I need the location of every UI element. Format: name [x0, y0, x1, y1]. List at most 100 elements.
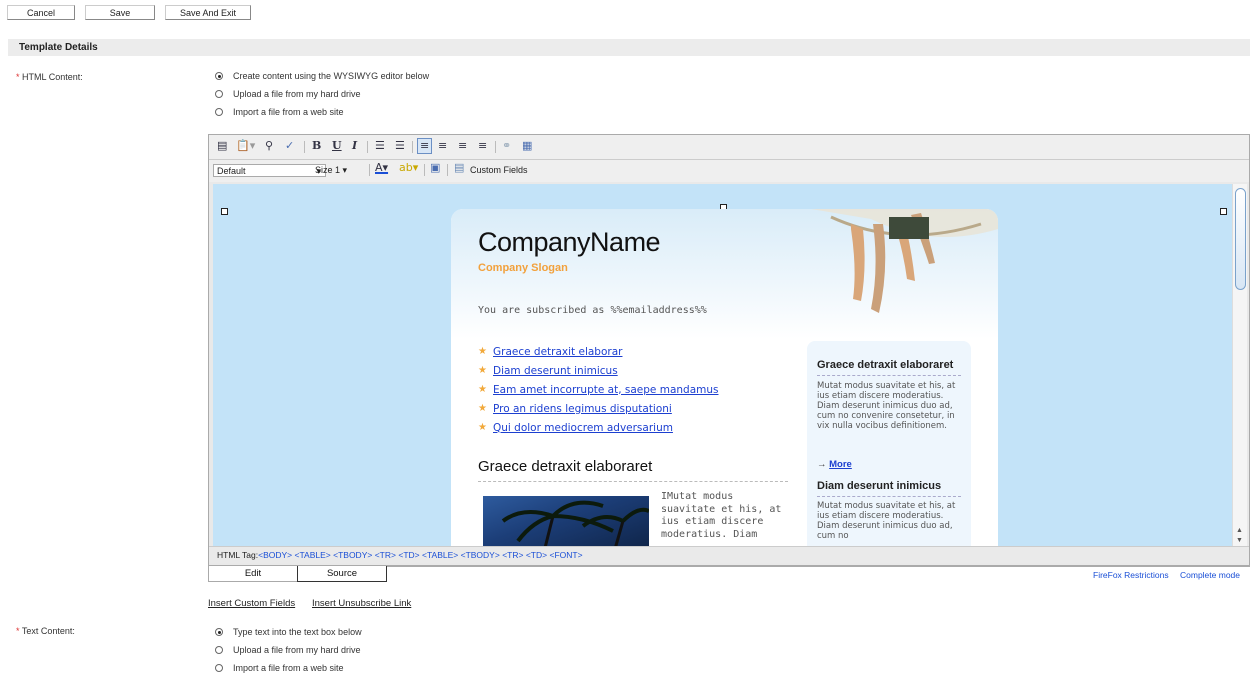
- save-and-exit-button[interactable]: Save And Exit: [165, 5, 251, 20]
- insert-image-icon[interactable]: ▣: [430, 162, 440, 174]
- editor-toolbar-format: Default ▾ Size 1 ▾ A▾ ab▾ ▣ ▤ Custom Fiel…: [209, 160, 1249, 182]
- toolbar-separator: [447, 164, 448, 176]
- wysiwyg-editor: ▤ 📋▾ ⚲ ✓ B U I ☰ ☰ ≡ ≡ ≡ ≡ ⚭ ▦ Default ▾ …: [208, 134, 1250, 566]
- radio-button[interactable]: [215, 646, 223, 654]
- underline-icon[interactable]: U: [332, 140, 342, 152]
- insert-unsubscribe-link[interactable]: Insert Unsubscribe Link: [312, 598, 411, 609]
- star-icon: ★: [478, 403, 487, 414]
- scroll-down-icon[interactable]: ▼: [1236, 537, 1243, 544]
- text-content-label: * Text Content:: [16, 626, 75, 636]
- email-link[interactable]: Pro an ridens legimus disputationi: [493, 403, 672, 415]
- scrollbar-thumb[interactable]: [1235, 188, 1246, 290]
- ordered-list-icon[interactable]: ☰: [375, 140, 385, 152]
- hammock-image: [811, 209, 998, 313]
- editor-canvas[interactable]: CompanyName Company Slogan You are subsc…: [213, 184, 1233, 546]
- html-option-import[interactable]: Import a file from a web site: [215, 106, 344, 118]
- editor-scrollbar[interactable]: ▲ ▼: [1232, 184, 1247, 546]
- star-icon: ★: [478, 422, 487, 433]
- list-item: ★ Diam deserunt inimicus: [478, 361, 719, 380]
- link-icon[interactable]: ⚭: [502, 140, 511, 152]
- size-select[interactable]: Size 1 ▾: [312, 164, 370, 177]
- email-link[interactable]: Graece detraxit elaborar: [493, 346, 622, 358]
- list-item: ★ Eam amet incorrupte at, saepe mandamus: [478, 380, 719, 399]
- resize-handle[interactable]: [1220, 208, 1227, 215]
- subscribed-text: You are subscribed as %%emailaddress%%: [478, 305, 707, 316]
- radio-button[interactable]: [215, 664, 223, 672]
- custom-fields-button[interactable]: Custom Fields: [470, 165, 528, 175]
- align-center-icon[interactable]: ≡: [438, 140, 447, 152]
- chevron-down-icon: ▾: [342, 165, 348, 175]
- align-left-icon[interactable]: ≡: [417, 138, 433, 154]
- divider: [817, 375, 961, 376]
- firefox-restrictions-link[interactable]: FireFox Restrictions: [1093, 570, 1169, 580]
- font-color-icon[interactable]: A▾: [375, 162, 388, 174]
- italic-icon[interactable]: I: [352, 140, 357, 152]
- resize-handle[interactable]: [221, 208, 228, 215]
- star-icon: ★: [478, 384, 487, 395]
- text-option-upload[interactable]: Upload a file from my hard drive: [215, 644, 361, 656]
- table-icon[interactable]: ▦: [522, 140, 532, 152]
- toolbar-separator: [304, 141, 305, 153]
- scroll-up-icon[interactable]: ▲: [1236, 527, 1243, 534]
- arrow-right-icon: →: [817, 459, 827, 470]
- highlight-icon[interactable]: ab▾: [399, 162, 418, 174]
- html-content-label: * HTML Content:: [16, 72, 83, 82]
- sidebar-heading: Graece detraxit elaboraret: [817, 359, 954, 371]
- insert-custom-fields-link[interactable]: Insert Custom Fields: [208, 598, 295, 609]
- more-link[interactable]: → More: [817, 459, 852, 470]
- paste-icon[interactable]: 📋▾: [236, 140, 255, 152]
- font-select[interactable]: Default ▾: [213, 164, 326, 177]
- tag-link[interactable]: <TBODY>: [333, 550, 372, 560]
- toolbar-separator: [424, 164, 425, 176]
- divider: [817, 496, 961, 497]
- section-title: Template Details: [19, 42, 98, 53]
- tag-link[interactable]: <TABLE>: [422, 550, 458, 560]
- tag-link[interactable]: <TD>: [526, 550, 547, 560]
- cancel-button[interactable]: Cancel: [7, 5, 75, 20]
- unordered-list-icon[interactable]: ☰: [395, 140, 405, 152]
- html-option-wysiwyg[interactable]: Create content using the WYSIWYG editor …: [215, 70, 429, 82]
- toolbar-separator: [367, 141, 368, 153]
- tag-link[interactable]: <BODY>: [258, 550, 292, 560]
- align-right-icon[interactable]: ≡: [458, 140, 467, 152]
- email-link[interactable]: Eam amet incorrupte at, saepe mandamus: [493, 384, 719, 396]
- spellcheck-icon[interactable]: ✓: [285, 140, 294, 152]
- html-tag-bar: HTML Tag:<BODY> <TABLE> <TBODY> <TR> <TD…: [209, 546, 1249, 563]
- list-item: ★ Pro an ridens legimus disputationi: [478, 399, 719, 418]
- company-name: CompanyName: [478, 227, 661, 257]
- html-option-upload[interactable]: Upload a file from my hard drive: [215, 88, 361, 100]
- tag-link[interactable]: <TR>: [502, 550, 523, 560]
- justify-icon[interactable]: ≡: [478, 140, 487, 152]
- bold-icon[interactable]: B: [312, 140, 321, 152]
- custom-fields-icon[interactable]: ▤: [454, 162, 464, 174]
- toolbar-separator: [369, 164, 370, 176]
- star-icon: ★: [478, 346, 487, 357]
- toolbar-separator: [495, 141, 496, 153]
- radio-button[interactable]: [215, 108, 223, 116]
- list-item: ★ Qui dolor mediocrem adversarium: [478, 418, 719, 437]
- tab-source[interactable]: Source: [297, 566, 387, 582]
- tag-link[interactable]: <TABLE>: [295, 550, 331, 560]
- text-option-type[interactable]: Type text into the text box below: [215, 626, 362, 638]
- tag-link[interactable]: <TD>: [398, 550, 419, 560]
- find-icon[interactable]: ⚲: [265, 140, 273, 152]
- radio-button[interactable]: [215, 72, 223, 80]
- insert-template-icon[interactable]: ▤: [217, 140, 227, 152]
- save-button[interactable]: Save: [85, 5, 155, 20]
- tag-link[interactable]: <TBODY>: [461, 550, 500, 560]
- email-link[interactable]: Qui dolor mediocrem adversarium: [493, 422, 673, 434]
- divider: [478, 481, 788, 482]
- email-link[interactable]: Diam deserunt inimicus: [493, 365, 618, 377]
- toolbar-separator: [412, 141, 413, 153]
- tag-link[interactable]: <TR>: [375, 550, 396, 560]
- email-sidebar: Graece detraxit elaboraret Mutat modus s…: [807, 341, 971, 546]
- tab-edit[interactable]: Edit: [208, 566, 297, 582]
- tag-link[interactable]: <FONT>: [549, 550, 582, 560]
- complete-mode-link[interactable]: Complete mode: [1180, 570, 1240, 580]
- sidebar-heading: Diam deserunt inimicus: [817, 480, 942, 492]
- radio-button[interactable]: [215, 90, 223, 98]
- editor-toolbar-main: ▤ 📋▾ ⚲ ✓ B U I ☰ ☰ ≡ ≡ ≡ ≡ ⚭ ▦: [209, 135, 1249, 160]
- text-option-import[interactable]: Import a file from a web site: [215, 662, 344, 674]
- radio-button[interactable]: [215, 628, 223, 636]
- company-slogan: Company Slogan: [478, 262, 568, 274]
